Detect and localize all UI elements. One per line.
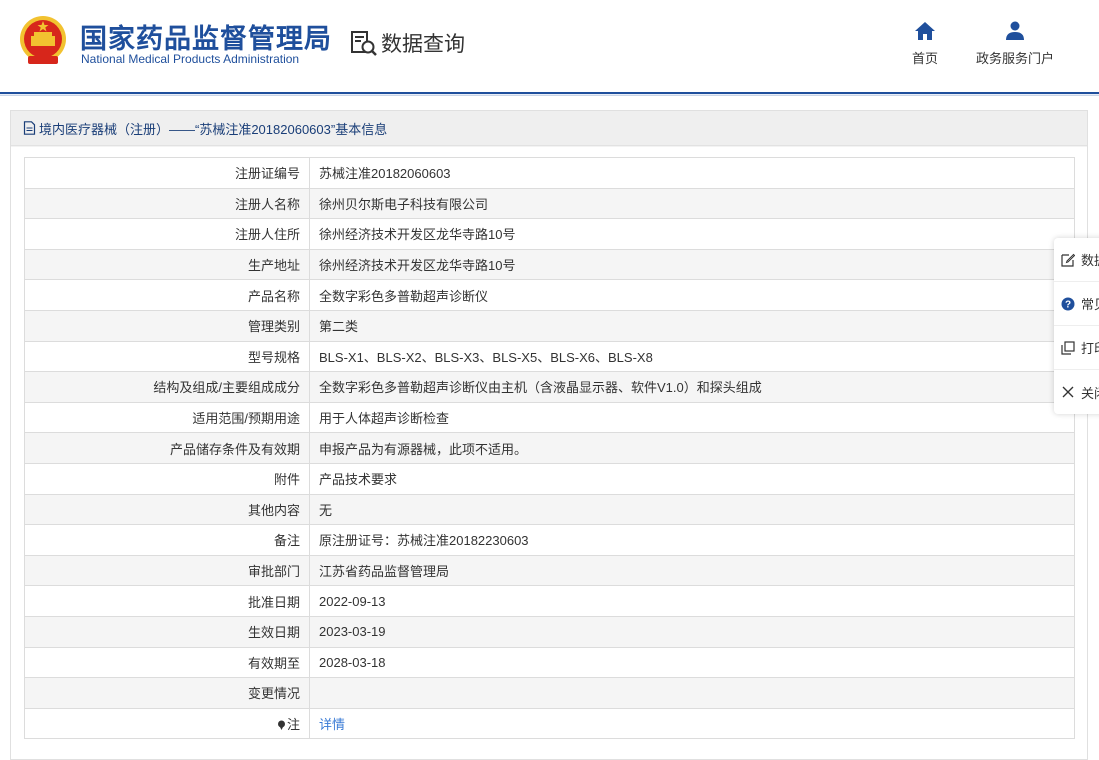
info-panel: 境内医疗器械（注册）——“苏械注准20182060603”基本信息 注册证编号苏… [10, 110, 1088, 760]
panel-body: 注册证编号 苏械注准20182060603 注册人名称 徐州贝尔斯电子科技有限公司 … [11, 147, 1087, 759]
row-label: 产品名称 [24, 279, 310, 311]
row-value: 苏械注准20182060603 [309, 157, 1075, 189]
row-value: 第二类 [309, 309, 1075, 342]
row-value: 产品技术要求 [309, 462, 1075, 495]
data-feedback-button[interactable]: 数据 [1054, 238, 1099, 282]
help-icon: ? [1061, 297, 1075, 310]
note-label: 注 [286, 716, 300, 732]
row-value: 全数字彩色多普勒超声诊断仪 [309, 279, 1075, 311]
site-title: 国家药品监督管理局 [80, 24, 332, 55]
data-query-section: 数据查询 [349, 28, 465, 58]
site-subtitle: National Medical Products Administration [81, 52, 300, 66]
row-label: 适用范围/预期用途 [24, 401, 310, 434]
table-row: 管理类别 第二类 [24, 309, 1075, 342]
row-value: 原注册证号：苏械注准20182230603 [309, 524, 1075, 556]
panel-heading-text: 境内医疗器械（注册）——“苏械注准20182060603”基本信息 [39, 121, 388, 137]
row-label: 注册人名称 [24, 187, 310, 220]
row-label: 生效日期 [24, 615, 310, 648]
user-icon [1006, 21, 1024, 40]
table-row: 备注 原注册证号：苏械注准20182230603 [24, 524, 1075, 556]
table-row: 批准日期 2022-09-13 [24, 585, 1075, 617]
edit-icon [1061, 253, 1075, 267]
row-value: 全数字彩色多普勒超声诊断仪由主机（含液晶显示器、软件V1.0）和探头组成 [309, 371, 1075, 403]
faq-button[interactable]: ? 常见 [1054, 282, 1099, 326]
table-row: 结构及组成/主要组成成分 全数字彩色多普勒超声诊断仪由主机（含液晶显示器、软件V1… [24, 371, 1075, 403]
close-icon [1062, 386, 1074, 398]
close-label: 关闭 [1081, 385, 1099, 401]
document-icon [23, 121, 36, 135]
row-label: 变更情况 [24, 677, 310, 709]
table-row: 注册人名称 徐州贝尔斯电子科技有限公司 [24, 187, 1075, 220]
table-row: 有效期至 2028-03-18 [24, 646, 1075, 679]
pin-icon [277, 720, 285, 730]
row-value: 详情 [309, 707, 1075, 740]
row-label: 附件 [24, 462, 310, 495]
table-row: 生产地址 徐州经济技术开发区龙华寺路10号 [24, 248, 1075, 281]
data-query-icon [351, 31, 377, 56]
table-row: 注册人住所 徐州经济技术开发区龙华寺路10号 [24, 218, 1075, 250]
row-label: 注册人住所 [24, 218, 310, 250]
table-row: 型号规格 BLS-X1、BLS-X2、BLS-X3、BLS-X5、BLS-X6、B… [24, 340, 1075, 373]
row-label: 管理类别 [24, 309, 310, 342]
registration-info-table: 注册证编号 苏械注准20182060603 注册人名称 徐州贝尔斯电子科技有限公司 … [24, 157, 1075, 740]
table-row: 其他内容无 [24, 493, 1075, 526]
table-row: 产品名称 全数字彩色多普勒超声诊断仪 [24, 279, 1075, 311]
nav-home-label: 首页 [911, 51, 938, 66]
print-label: 打印 [1081, 341, 1099, 356]
faq-label: 常见 [1081, 297, 1099, 312]
table-row: 产品储存条件及有效期 申报产品为有源器械，此项不适用。 [24, 432, 1075, 464]
row-value [309, 677, 1075, 709]
row-value: 2023-03-19 [309, 615, 1075, 648]
table-row-note: 注 详情 [24, 707, 1075, 740]
panel-heading: 境内医疗器械（注册）——“苏械注准20182060603”基本信息 [11, 111, 1087, 146]
row-label: 结构及组成/主要组成成分 [24, 371, 310, 403]
nav-service-portal-link[interactable]: 政务服务门户 [970, 20, 1060, 67]
national-emblem-icon [20, 16, 66, 64]
row-label: 其他内容 [24, 493, 310, 526]
row-label: 注册证编号 [24, 157, 310, 189]
table-row: 生效日期 2023-03-19 [24, 615, 1075, 648]
row-value: 徐州贝尔斯电子科技有限公司 [309, 187, 1075, 220]
row-label: 批准日期 [24, 585, 310, 617]
row-value: 徐州经济技术开发区龙华寺路10号 [309, 248, 1075, 281]
row-label: 备注 [24, 524, 310, 556]
row-value: 无 [309, 493, 1075, 526]
close-button[interactable]: 关闭 [1054, 370, 1099, 414]
row-label: 注 [24, 707, 310, 740]
print-button[interactable]: 打印 [1054, 326, 1099, 370]
home-icon [915, 22, 935, 40]
row-value: 用于人体超声诊断检查 [309, 401, 1075, 434]
floating-toolbar: 数据 ? 常见 打印 关闭 [1054, 238, 1099, 414]
data-feedback-label: 数据 [1081, 253, 1099, 268]
row-value: 申报产品为有源器械，此项不适用。 [309, 432, 1075, 464]
details-link[interactable]: 详情 [319, 717, 345, 732]
nav-service-portal-label: 政务服务门户 [975, 51, 1054, 66]
row-value: 2022-09-13 [309, 585, 1075, 617]
site-header: 国家药品监督管理局 National Medical Products Admi… [0, 0, 1099, 92]
table-row: 变更情况 [24, 677, 1075, 709]
row-value: BLS-X1、BLS-X2、BLS-X3、BLS-X5、BLS-X6、BLS-X… [309, 340, 1075, 373]
row-value: 徐州经济技术开发区龙华寺路10号 [309, 218, 1075, 250]
row-label: 有效期至 [24, 646, 310, 679]
header-divider [0, 92, 1099, 96]
svg-text:?: ? [1065, 299, 1071, 310]
table-row: 注册证编号 苏械注准20182060603 [24, 157, 1075, 189]
table-row: 附件 产品技术要求 [24, 462, 1075, 495]
copy-icon [1061, 340, 1075, 355]
row-label: 审批部门 [24, 554, 310, 587]
row-value: 2028-03-18 [309, 646, 1075, 679]
data-query-label: 数据查询 [381, 32, 465, 56]
row-label: 生产地址 [24, 248, 310, 281]
table-row: 审批部门 江苏省药品监督管理局 [24, 554, 1075, 587]
row-label: 型号规格 [24, 340, 310, 373]
table-row: 适用范围/预期用途 用于人体超声诊断检查 [24, 401, 1075, 434]
row-value: 江苏省药品监督管理局 [309, 554, 1075, 587]
row-label: 产品储存条件及有效期 [24, 432, 310, 464]
nav-home-link[interactable]: 首页 [905, 20, 945, 67]
